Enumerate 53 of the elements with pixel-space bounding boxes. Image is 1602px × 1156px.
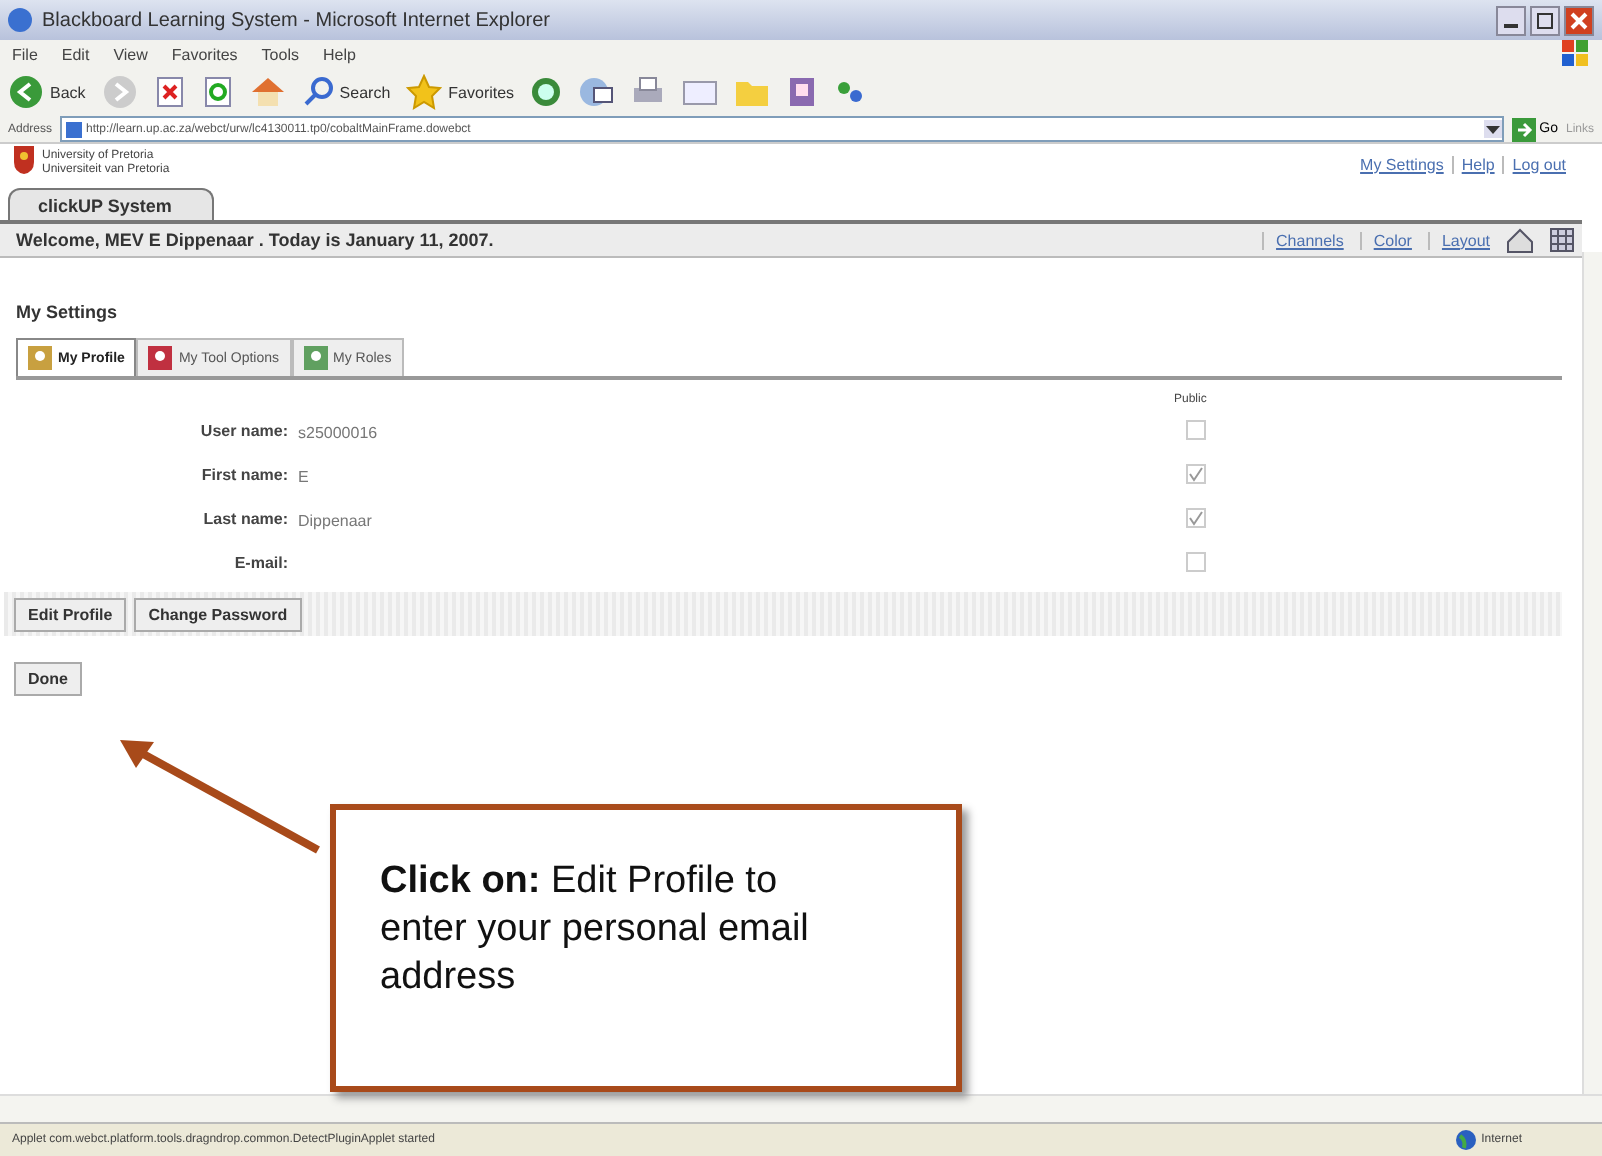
page-heading: My Settings	[16, 302, 120, 322]
tab-icon	[303, 346, 328, 370]
field-label: Last name:	[201, 509, 288, 527]
browser-icon	[8, 8, 32, 32]
header-link[interactable]: My Settings	[1360, 155, 1444, 173]
header-link[interactable]: Help	[1451, 155, 1495, 173]
welcome-text: Welcome, MEV E Dippenaar . Today is January 11, 2007.	[16, 230, 494, 250]
menu-item[interactable]: File	[12, 45, 38, 63]
grid-icon[interactable]	[1550, 228, 1574, 252]
public-checkbox[interactable]	[1186, 420, 1206, 440]
minimize-icon	[1504, 23, 1518, 27]
done-button[interactable]: Done	[14, 662, 82, 696]
profile-button[interactable]: Change Password	[134, 597, 302, 631]
menu-item[interactable]: Edit	[61, 45, 90, 63]
stop-icon[interactable]	[153, 76, 186, 108]
back-button[interactable]: Back	[8, 74, 86, 110]
header-link[interactable]: Log out	[1502, 155, 1566, 173]
system-tab[interactable]: clickUP System	[8, 188, 214, 220]
close-icon	[1570, 11, 1588, 29]
home-icon[interactable]	[249, 76, 286, 108]
callout-text: Click on: Edit Profile to enter your personal email address	[380, 860, 809, 998]
public-checkbox[interactable]	[1186, 508, 1206, 528]
close-button[interactable]	[1564, 5, 1594, 35]
menu-item[interactable]: Help	[322, 45, 356, 63]
field-value: Dippenaar	[298, 512, 372, 530]
public-checkbox[interactable]	[1186, 464, 1206, 484]
top-link[interactable]: Layout	[1427, 231, 1490, 249]
field-label: E-mail:	[232, 553, 288, 571]
maximize-button[interactable]	[1530, 5, 1560, 35]
maximize-icon	[1536, 11, 1554, 29]
search-icon	[301, 76, 334, 108]
field-label: User name:	[198, 421, 288, 439]
menu-item[interactable]: Tools	[261, 45, 299, 63]
tab-icon	[148, 346, 173, 370]
menu-item[interactable]: View	[113, 45, 148, 63]
star-icon	[406, 74, 443, 110]
windows-logo-icon	[1562, 40, 1590, 68]
tab-icon	[28, 346, 52, 370]
window-title: Blackboard Learning System - Microsoft Internet Explorer	[42, 9, 552, 31]
top-link[interactable]: Channels	[1262, 231, 1344, 249]
search-button[interactable]: Search	[301, 76, 391, 108]
profile-button[interactable]: Edit Profile	[14, 597, 127, 631]
top-link[interactable]: Color	[1359, 231, 1412, 249]
field-label: First name:	[199, 465, 288, 483]
dropdown-icon[interactable]	[1483, 120, 1502, 138]
page-icon	[66, 121, 83, 137]
favorites-button[interactable]: Favorites	[406, 74, 515, 110]
menu-item[interactable]: Favorites	[171, 45, 238, 63]
field-value: s25000016	[298, 424, 378, 442]
globe-icon	[1455, 1130, 1476, 1150]
field-value: E	[298, 468, 309, 486]
public-checkbox[interactable]	[1186, 552, 1206, 572]
minimize-button[interactable]	[1496, 5, 1526, 35]
